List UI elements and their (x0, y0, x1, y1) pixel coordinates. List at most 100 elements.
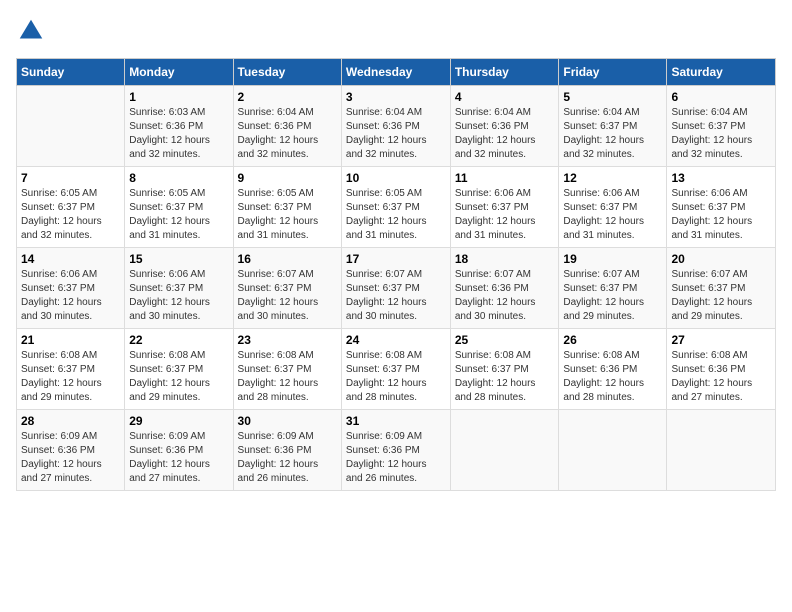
calendar-cell: 1 Sunrise: 6:03 AM Sunset: 6:36 PM Daylig… (125, 86, 233, 167)
calendar-cell: 3Sunrise: 6:04 AM Sunset: 6:36 PM Daylig… (341, 86, 450, 167)
day-info: Sunrise: 6:08 AM Sunset: 6:37 PM Dayligh… (455, 349, 555, 405)
day-info: Sunrise: 6:09 AM Sunset: 6:36 PM Dayligh… (129, 430, 228, 486)
weekday-header-tuesday: Tuesday (233, 59, 341, 86)
weekday-header-sunday: Sunday (17, 59, 125, 86)
day-number: 13 (671, 171, 771, 185)
day-number: 10 (346, 171, 446, 185)
calendar-cell: 27 Sunrise: 6:08 AM Sunset: 6:36 PM Dayli… (667, 329, 776, 410)
day-number: 22 (129, 333, 228, 347)
calendar-cell: 18 Sunrise: 6:07 AM Sunset: 6:36 PM Dayli… (450, 248, 559, 329)
calendar-cell: 15 Sunrise: 6:06 AM Sunset: 6:37 PM Dayli… (125, 248, 233, 329)
day-info: Sunrise: 6:04 AM Sunset: 6:37 PM Dayligh… (563, 106, 662, 162)
week-row-1: 1 Sunrise: 6:03 AM Sunset: 6:36 PM Daylig… (17, 86, 776, 167)
calendar-cell: 9 Sunrise: 6:05 AM Sunset: 6:37 PM Daylig… (233, 167, 341, 248)
weekday-header-row: SundayMondayTuesdayWednesdayThursdayFrid… (17, 59, 776, 86)
day-info: Sunrise: 6:05 AM Sunset: 6:37 PM Dayligh… (129, 187, 228, 243)
week-row-4: 21Sunrise: 6:08 AM Sunset: 6:37 PM Dayli… (17, 329, 776, 410)
weekday-header-wednesday: Wednesday (341, 59, 450, 86)
day-number: 14 (21, 252, 120, 266)
calendar-cell: 20Sunrise: 6:07 AM Sunset: 6:37 PM Dayli… (667, 248, 776, 329)
calendar-cell: 24 Sunrise: 6:08 AM Sunset: 6:37 PM Dayli… (341, 329, 450, 410)
page-header (16, 16, 776, 46)
day-number: 28 (21, 414, 120, 428)
day-number: 27 (671, 333, 771, 347)
day-number: 5 (563, 90, 662, 104)
day-info: Sunrise: 6:07 AM Sunset: 6:37 PM Dayligh… (238, 268, 337, 324)
day-number: 23 (238, 333, 337, 347)
day-number: 26 (563, 333, 662, 347)
week-row-5: 28 Sunrise: 6:09 AM Sunset: 6:36 PM Dayli… (17, 410, 776, 491)
calendar-cell: 17Sunrise: 6:07 AM Sunset: 6:37 PM Dayli… (341, 248, 450, 329)
day-number: 29 (129, 414, 228, 428)
day-info: Sunrise: 6:07 AM Sunset: 6:36 PM Dayligh… (455, 268, 555, 324)
day-info: Sunrise: 6:08 AM Sunset: 6:37 PM Dayligh… (346, 349, 446, 405)
day-info: Sunrise: 6:06 AM Sunset: 6:37 PM Dayligh… (455, 187, 555, 243)
day-info: Sunrise: 6:07 AM Sunset: 6:37 PM Dayligh… (346, 268, 446, 324)
calendar-cell: 19 Sunrise: 6:07 AM Sunset: 6:37 PM Dayli… (559, 248, 667, 329)
calendar-cell (667, 410, 776, 491)
day-info: Sunrise: 6:08 AM Sunset: 6:36 PM Dayligh… (563, 349, 662, 405)
calendar-cell: 6 Sunrise: 6:04 AM Sunset: 6:37 PM Daylig… (667, 86, 776, 167)
weekday-header-friday: Friday (559, 59, 667, 86)
calendar-cell: 29 Sunrise: 6:09 AM Sunset: 6:36 PM Dayli… (125, 410, 233, 491)
calendar-cell: 31 Sunrise: 6:09 AM Sunset: 6:36 PM Dayli… (341, 410, 450, 491)
day-number: 15 (129, 252, 228, 266)
week-row-3: 14 Sunrise: 6:06 AM Sunset: 6:37 PM Dayli… (17, 248, 776, 329)
calendar-cell: 11 Sunrise: 6:06 AM Sunset: 6:37 PM Dayli… (450, 167, 559, 248)
day-info: Sunrise: 6:03 AM Sunset: 6:36 PM Dayligh… (129, 106, 228, 162)
calendar-cell: 16 Sunrise: 6:07 AM Sunset: 6:37 PM Dayli… (233, 248, 341, 329)
day-number: 3 (346, 90, 446, 104)
day-info: Sunrise: 6:06 AM Sunset: 6:37 PM Dayligh… (21, 268, 120, 324)
day-info: Sunrise: 6:05 AM Sunset: 6:37 PM Dayligh… (346, 187, 446, 243)
calendar-cell: 21Sunrise: 6:08 AM Sunset: 6:37 PM Dayli… (17, 329, 125, 410)
day-number: 8 (129, 171, 228, 185)
day-info: Sunrise: 6:08 AM Sunset: 6:37 PM Dayligh… (129, 349, 228, 405)
day-number: 16 (238, 252, 337, 266)
calendar-cell: 22 Sunrise: 6:08 AM Sunset: 6:37 PM Dayli… (125, 329, 233, 410)
calendar-cell: 8 Sunrise: 6:05 AM Sunset: 6:37 PM Daylig… (125, 167, 233, 248)
day-number: 24 (346, 333, 446, 347)
calendar-cell: 7 Sunrise: 6:05 AM Sunset: 6:37 PM Daylig… (17, 167, 125, 248)
calendar-cell: 4 Sunrise: 6:04 AM Sunset: 6:36 PM Daylig… (450, 86, 559, 167)
day-info: Sunrise: 6:05 AM Sunset: 6:37 PM Dayligh… (238, 187, 337, 243)
calendar-cell: 10 Sunrise: 6:05 AM Sunset: 6:37 PM Dayli… (341, 167, 450, 248)
calendar-cell: 5 Sunrise: 6:04 AM Sunset: 6:37 PM Daylig… (559, 86, 667, 167)
day-number: 30 (238, 414, 337, 428)
day-number: 25 (455, 333, 555, 347)
calendar-cell: 2Sunrise: 6:04 AM Sunset: 6:36 PM Daylig… (233, 86, 341, 167)
day-number: 4 (455, 90, 555, 104)
day-number: 19 (563, 252, 662, 266)
day-number: 18 (455, 252, 555, 266)
day-info: Sunrise: 6:04 AM Sunset: 6:36 PM Dayligh… (455, 106, 555, 162)
day-number: 31 (346, 414, 446, 428)
calendar-cell: 13Sunrise: 6:06 AM Sunset: 6:37 PM Dayli… (667, 167, 776, 248)
day-info: Sunrise: 6:05 AM Sunset: 6:37 PM Dayligh… (21, 187, 120, 243)
day-number: 7 (21, 171, 120, 185)
calendar-table: SundayMondayTuesdayWednesdayThursdayFrid… (16, 58, 776, 491)
day-number: 2 (238, 90, 337, 104)
day-number: 12 (563, 171, 662, 185)
weekday-header-thursday: Thursday (450, 59, 559, 86)
calendar-cell: 28Sunrise: 6:09 AM Sunset: 6:36 PM Dayli… (17, 410, 125, 491)
day-info: Sunrise: 6:06 AM Sunset: 6:37 PM Dayligh… (563, 187, 662, 243)
day-number: 11 (455, 171, 555, 185)
day-info: Sunrise: 6:04 AM Sunset: 6:37 PM Dayligh… (671, 106, 771, 162)
day-info: Sunrise: 6:09 AM Sunset: 6:36 PM Dayligh… (238, 430, 337, 486)
weekday-header-saturday: Saturday (667, 59, 776, 86)
calendar-cell: 14 Sunrise: 6:06 AM Sunset: 6:37 PM Dayli… (17, 248, 125, 329)
day-number: 6 (671, 90, 771, 104)
calendar-cell: 25 Sunrise: 6:08 AM Sunset: 6:37 PM Dayli… (450, 329, 559, 410)
week-row-2: 7 Sunrise: 6:05 AM Sunset: 6:37 PM Daylig… (17, 167, 776, 248)
day-number: 9 (238, 171, 337, 185)
calendar-cell: 12 Sunrise: 6:06 AM Sunset: 6:37 PM Dayli… (559, 167, 667, 248)
day-info: Sunrise: 6:07 AM Sunset: 6:37 PM Dayligh… (671, 268, 771, 324)
calendar-cell: 23Sunrise: 6:08 AM Sunset: 6:37 PM Dayli… (233, 329, 341, 410)
weekday-header-monday: Monday (125, 59, 233, 86)
day-info: Sunrise: 6:09 AM Sunset: 6:36 PM Dayligh… (346, 430, 446, 486)
calendar-cell (559, 410, 667, 491)
day-number: 1 (129, 90, 228, 104)
day-info: Sunrise: 6:07 AM Sunset: 6:37 PM Dayligh… (563, 268, 662, 324)
day-info: Sunrise: 6:08 AM Sunset: 6:36 PM Dayligh… (671, 349, 771, 405)
day-info: Sunrise: 6:06 AM Sunset: 6:37 PM Dayligh… (129, 268, 228, 324)
calendar-cell: 30 Sunrise: 6:09 AM Sunset: 6:36 PM Dayli… (233, 410, 341, 491)
